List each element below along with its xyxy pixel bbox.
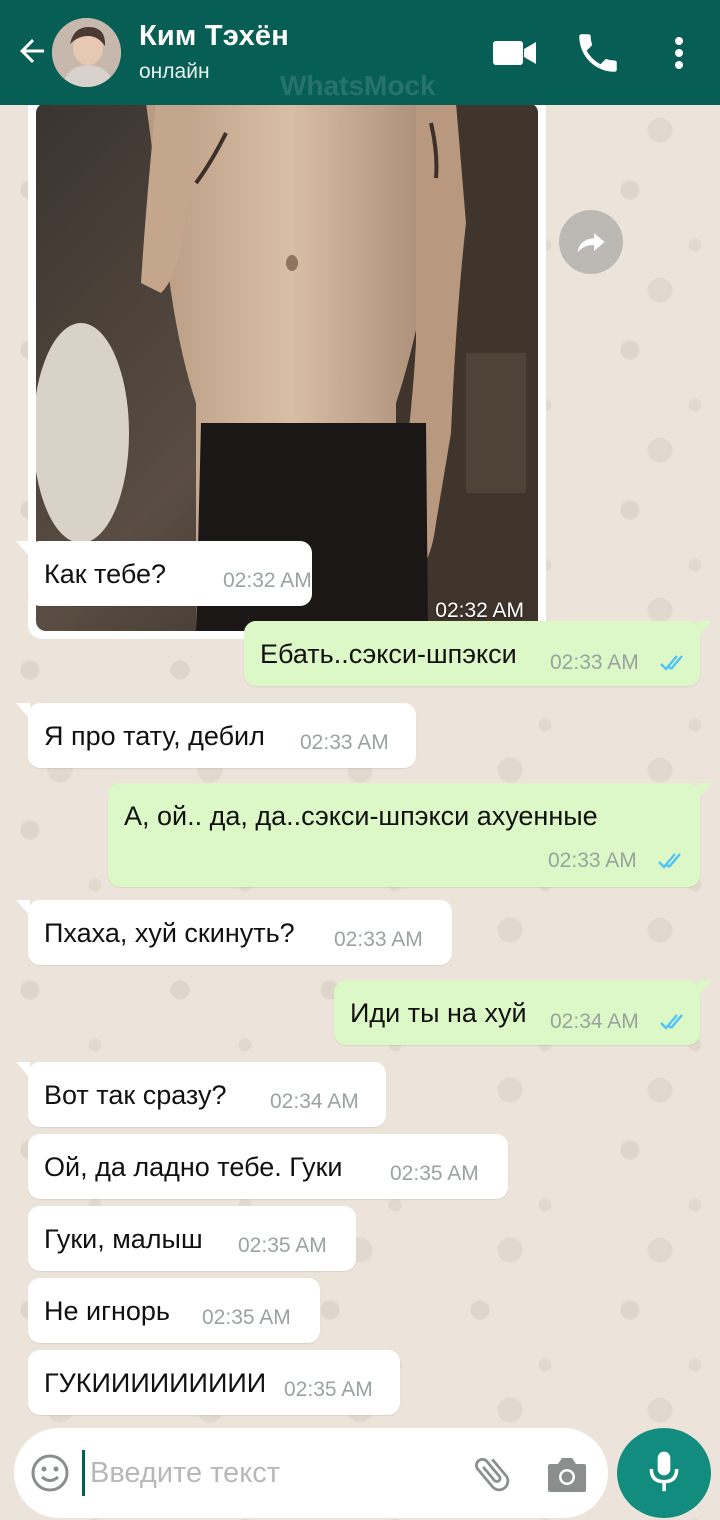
message-text: А, ой.. да, да..сэкси-шпэкси ахуенные bbox=[124, 801, 598, 831]
message-input[interactable] bbox=[90, 1450, 470, 1496]
phone-icon[interactable] bbox=[573, 28, 623, 78]
message-text: Пхаха, хуй скинуть? bbox=[44, 918, 295, 948]
bubble-tail bbox=[16, 900, 30, 916]
message-text: Как тебе? bbox=[44, 559, 167, 589]
incoming-message[interactable]: Как тебе? 02:32 AM bbox=[16, 541, 312, 606]
bubble-tail bbox=[16, 703, 30, 719]
chat-area[interactable]: 02:32 AM Как тебе? 02:32 AM Ебать..сэкси-ш… bbox=[0, 105, 720, 1420]
outgoing-message[interactable]: А, ой.. да, да..сэкси-шпэкси ахуенные 02:… bbox=[108, 783, 712, 887]
bubble-tail bbox=[698, 621, 712, 637]
attach-icon[interactable] bbox=[470, 1452, 514, 1496]
bubble-tail bbox=[16, 541, 30, 557]
mic-icon bbox=[649, 1451, 679, 1492]
message-time: 02:33 AM bbox=[300, 731, 389, 754]
message-text: Иди ты на хуй bbox=[350, 998, 527, 1028]
incoming-message[interactable]: Я про тату, дебил 02:33 AM bbox=[16, 703, 416, 768]
text-cursor bbox=[82, 1450, 85, 1496]
message-time: 02:32 AM bbox=[223, 569, 312, 592]
watermark: WhatsMock bbox=[280, 70, 436, 101]
forward-button[interactable] bbox=[559, 210, 623, 274]
contact-status: онлайн bbox=[139, 60, 210, 83]
chat-header: Ким Тэхён онлайн WhatsMock bbox=[0, 0, 720, 105]
message-input-bar bbox=[14, 1428, 608, 1518]
incoming-message[interactable]: Пхаха, хуй скинуть? 02:33 AM bbox=[16, 900, 452, 965]
bubble-tail bbox=[698, 783, 712, 799]
bubble-tail bbox=[698, 980, 712, 996]
message-text: Я про тату, дебил bbox=[44, 721, 265, 751]
incoming-message[interactable]: Не игнорь 02:35 AM bbox=[28, 1278, 320, 1343]
incoming-message[interactable]: ГУКИИИИИИИИИ 02:35 AM bbox=[28, 1350, 400, 1415]
mic-button[interactable] bbox=[617, 1428, 711, 1518]
photo-time: 02:32 AM bbox=[435, 599, 524, 622]
message-time: 02:35 AM bbox=[202, 1306, 291, 1329]
message-text: Не игнорь bbox=[44, 1296, 170, 1326]
read-ticks-icon bbox=[660, 1014, 683, 1030]
emoji-icon[interactable] bbox=[30, 1453, 70, 1493]
more-vert-icon[interactable] bbox=[654, 28, 704, 78]
message-time: 02:33 AM bbox=[548, 849, 637, 872]
message-time: 02:35 AM bbox=[390, 1162, 479, 1185]
incoming-message[interactable]: Ой, да ладно тебе. Гуки 02:35 AM bbox=[28, 1134, 508, 1199]
message-time: 02:33 AM bbox=[334, 928, 423, 951]
read-ticks-icon bbox=[660, 655, 683, 671]
message-text: Вот так сразу? bbox=[44, 1080, 227, 1110]
message-text: Ебать..сэкси-шпэкси bbox=[260, 639, 517, 669]
camera-icon[interactable] bbox=[546, 1454, 588, 1494]
incoming-message[interactable]: Гуки, малыш 02:35 AM bbox=[28, 1206, 356, 1271]
back-arrow-icon[interactable] bbox=[14, 33, 50, 69]
incoming-message[interactable]: Вот так сразу? 02:34 AM bbox=[16, 1062, 386, 1127]
outgoing-message[interactable]: Иди ты на хуй 02:34 AM bbox=[334, 980, 712, 1045]
read-ticks-icon bbox=[658, 853, 681, 869]
message-text: ГУКИИИИИИИИИ bbox=[44, 1368, 267, 1398]
outgoing-message[interactable]: Ебать..сэкси-шпэкси 02:33 AM bbox=[244, 621, 712, 686]
message-time: 02:34 AM bbox=[550, 1010, 639, 1033]
message-text: Ой, да ладно тебе. Гуки bbox=[44, 1152, 343, 1182]
bubble-tail bbox=[16, 1062, 30, 1078]
message-time: 02:33 AM bbox=[550, 651, 639, 674]
message-text: Гуки, малыш bbox=[44, 1224, 203, 1254]
avatar[interactable] bbox=[52, 18, 121, 87]
forward-icon bbox=[577, 233, 605, 253]
message-time: 02:35 AM bbox=[238, 1234, 327, 1257]
contact-name[interactable]: Ким Тэхён bbox=[139, 20, 289, 53]
message-time: 02:34 AM bbox=[270, 1090, 359, 1113]
video-call-icon[interactable] bbox=[490, 28, 540, 78]
message-time: 02:35 AM bbox=[284, 1378, 373, 1401]
